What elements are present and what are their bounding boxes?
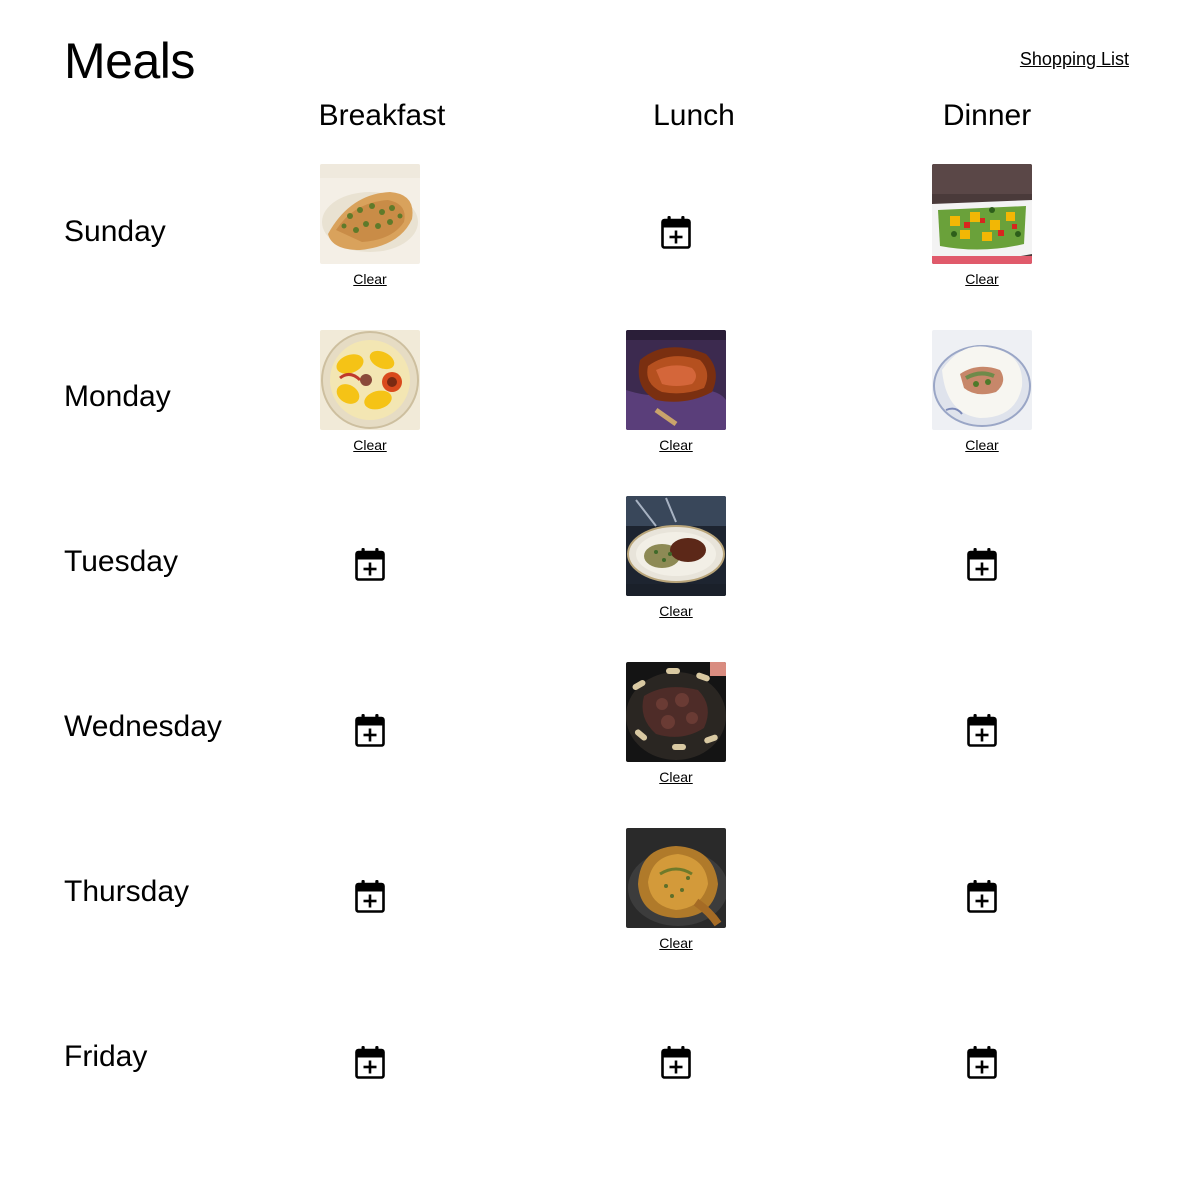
meal-slot-tuesday-breakfast <box>300 494 440 634</box>
day-label-tuesday: Tuesday <box>64 545 178 578</box>
beef-stroganoff-photo[interactable] <box>626 662 726 762</box>
day-label-sunday: Sunday <box>64 215 166 248</box>
day-label-thursday: Thursday <box>64 875 190 908</box>
column-header-breakfast: Breakfast <box>318 99 446 132</box>
meal-slot-thursday-breakfast <box>300 826 440 966</box>
day-label-monday: Monday <box>64 380 171 413</box>
clear-link-monday-dinner[interactable]: Clear <box>965 436 998 454</box>
clear-link-sunday-dinner[interactable]: Clear <box>965 270 998 288</box>
calendar-plus-icon[interactable] <box>967 547 997 581</box>
meal-slot-friday-breakfast <box>300 992 440 1132</box>
meal-slot-wednesday-lunch: Clear <box>606 660 746 800</box>
calendar-plus-icon[interactable] <box>967 1045 997 1079</box>
shopping-list-link[interactable]: Shopping List <box>1020 49 1129 70</box>
meal-slot-wednesday-dinner <box>912 660 1052 800</box>
meal-slot-thursday-dinner <box>912 826 1052 966</box>
meal-slot-monday-breakfast: Clear <box>300 328 440 468</box>
calendar-plus-icon[interactable] <box>355 879 385 913</box>
day-label-friday: Friday <box>64 1040 148 1073</box>
meal-slot-tuesday-lunch: Clear <box>606 494 746 634</box>
meal-slot-tuesday-dinner <box>912 494 1052 634</box>
meal-slot-friday-lunch <box>606 992 746 1132</box>
meal-slot-monday-dinner: Clear <box>912 328 1052 468</box>
calendar-plus-icon[interactable] <box>967 879 997 913</box>
clear-link-thursday-lunch[interactable]: Clear <box>659 934 692 952</box>
meal-slot-sunday-dinner: Clear <box>912 162 1052 302</box>
calendar-plus-icon[interactable] <box>661 1045 691 1079</box>
meal-slot-wednesday-breakfast <box>300 660 440 800</box>
meal-slot-monday-lunch: Clear <box>606 328 746 468</box>
calendar-plus-icon[interactable] <box>355 1045 385 1079</box>
roast-chicken-photo[interactable] <box>626 828 726 928</box>
clear-link-monday-lunch[interactable]: Clear <box>659 436 692 454</box>
chicken-capers-photo[interactable] <box>320 164 420 264</box>
meal-slot-thursday-lunch: Clear <box>606 826 746 966</box>
column-header-dinner: Dinner <box>942 99 1032 132</box>
clear-link-monday-breakfast[interactable]: Clear <box>353 436 386 454</box>
meal-slot-sunday-lunch <box>606 162 746 302</box>
calendar-plus-icon[interactable] <box>967 713 997 747</box>
calendar-plus-icon[interactable] <box>355 713 385 747</box>
beef-and-spaetzle-photo[interactable] <box>626 496 726 596</box>
meal-slot-sunday-breakfast: Clear <box>300 162 440 302</box>
corn-on-cob-photo[interactable] <box>320 330 420 430</box>
column-header-lunch: Lunch <box>653 99 735 132</box>
mango-salsa-photo[interactable] <box>932 164 1032 264</box>
roast-beef-photo[interactable] <box>626 330 726 430</box>
meal-planner-page: Meals Shopping List Breakfast Lunch Dinn… <box>0 0 1199 1199</box>
calendar-plus-icon[interactable] <box>661 215 691 249</box>
fish-in-parchment-photo[interactable] <box>932 330 1032 430</box>
page-title: Meals <box>64 33 195 89</box>
day-label-wednesday: Wednesday <box>64 710 222 743</box>
calendar-plus-icon[interactable] <box>355 547 385 581</box>
clear-link-tuesday-lunch[interactable]: Clear <box>659 602 692 620</box>
clear-link-wednesday-lunch[interactable]: Clear <box>659 768 692 786</box>
meal-slot-friday-dinner <box>912 992 1052 1132</box>
clear-link-sunday-breakfast[interactable]: Clear <box>353 270 386 288</box>
